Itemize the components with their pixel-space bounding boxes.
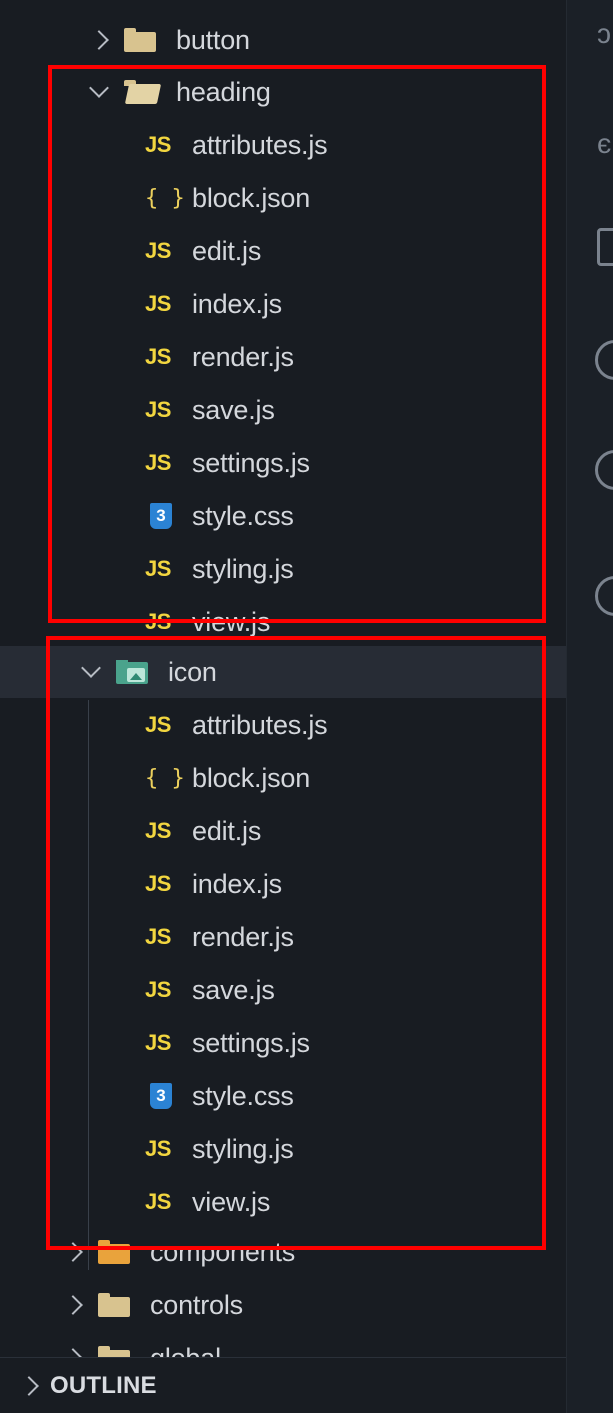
tree-file[interactable]: { } block.json bbox=[0, 172, 566, 224]
tree-file-label: block.json bbox=[192, 762, 311, 793]
image-folder-icon bbox=[116, 660, 148, 684]
tree-file-label: style.css bbox=[192, 1080, 294, 1111]
tree-file-label: edit.js bbox=[192, 235, 262, 266]
tree-folder-label: icon bbox=[168, 656, 217, 687]
partial-icon: є bbox=[597, 128, 612, 159]
tree-file[interactable]: JS styling.js bbox=[0, 1123, 566, 1175]
tree-folder-label: controls bbox=[150, 1289, 243, 1320]
folder-open-icon bbox=[124, 80, 156, 104]
tree-file[interactable]: JS attributes.js bbox=[0, 699, 566, 751]
tree-file[interactable]: JS settings.js bbox=[0, 437, 566, 489]
js-icon: JS bbox=[145, 397, 171, 422]
folder-icon bbox=[124, 28, 156, 52]
tree-folder-icon[interactable]: icon bbox=[0, 646, 566, 698]
tree-file[interactable]: JS render.js bbox=[0, 911, 566, 963]
circle-icon bbox=[595, 450, 613, 490]
tree-folder-button[interactable]: button bbox=[0, 14, 566, 66]
tree-file-label: view.js bbox=[192, 1186, 271, 1217]
tree-file-label: settings.js bbox=[192, 1027, 310, 1058]
chevron-down-icon bbox=[89, 78, 109, 98]
chevron-down-icon bbox=[81, 658, 101, 678]
js-icon: JS bbox=[145, 977, 171, 1002]
js-icon: JS bbox=[145, 132, 171, 157]
tree-file-label: edit.js bbox=[192, 815, 262, 846]
tree-file[interactable]: JS view.js bbox=[0, 596, 566, 648]
outline-label: OUTLINE bbox=[50, 1372, 157, 1399]
js-icon: JS bbox=[145, 291, 171, 316]
tree-file[interactable]: JS edit.js bbox=[0, 225, 566, 277]
tree-file-label: render.js bbox=[192, 921, 294, 952]
circle-icon bbox=[595, 340, 613, 380]
tree-file[interactable]: JS save.js bbox=[0, 964, 566, 1016]
tree-file-label: index.js bbox=[192, 868, 282, 899]
tree-file[interactable]: JS render.js bbox=[0, 331, 566, 383]
tree-folder-controls[interactable]: controls bbox=[0, 1279, 566, 1331]
js-icon: JS bbox=[145, 871, 171, 896]
chevron-right-icon bbox=[89, 30, 109, 50]
tree-file-label: index.js bbox=[192, 288, 282, 319]
js-icon: JS bbox=[145, 1030, 171, 1055]
tree-file-label: view.js bbox=[192, 606, 271, 637]
js-icon: JS bbox=[145, 1136, 171, 1161]
tree-folder-heading[interactable]: heading bbox=[0, 66, 566, 118]
js-icon: JS bbox=[145, 238, 171, 263]
js-icon: JS bbox=[145, 818, 171, 843]
folder-icon bbox=[98, 1293, 130, 1317]
json-icon: { } bbox=[145, 765, 185, 791]
tree-folder-label: heading bbox=[176, 76, 271, 107]
tree-file[interactable]: JS settings.js bbox=[0, 1017, 566, 1069]
tree-file[interactable]: JS edit.js bbox=[0, 805, 566, 857]
tree-folder-label: button bbox=[176, 24, 250, 55]
js-icon: JS bbox=[145, 1189, 171, 1214]
tree-file[interactable]: JS index.js bbox=[0, 278, 566, 330]
tree-file-label: block.json bbox=[192, 182, 311, 213]
tree-folder-components[interactable]: components bbox=[0, 1226, 566, 1278]
tree-file-label: render.js bbox=[192, 341, 294, 372]
tree-file-label: styling.js bbox=[192, 1133, 294, 1164]
js-icon: JS bbox=[145, 609, 171, 634]
tree-file-label: style.css bbox=[192, 500, 294, 531]
panel-icon bbox=[597, 228, 613, 266]
js-icon: JS bbox=[145, 344, 171, 369]
json-icon: { } bbox=[145, 185, 185, 211]
js-icon: JS bbox=[145, 712, 171, 737]
js-icon: JS bbox=[145, 924, 171, 949]
css-icon: 3 bbox=[150, 1083, 172, 1109]
chevron-right-icon bbox=[63, 1242, 83, 1262]
partial-icon: ɔ bbox=[597, 18, 611, 49]
tree-file[interactable]: JS save.js bbox=[0, 384, 566, 436]
tree-file-label: save.js bbox=[192, 974, 275, 1005]
css-icon: 3 bbox=[150, 503, 172, 529]
tree-file-label: styling.js bbox=[192, 553, 294, 584]
components-folder-icon bbox=[98, 1240, 130, 1264]
tree-file[interactable]: JS attributes.js bbox=[0, 119, 566, 171]
tree-folder-label: components bbox=[150, 1236, 296, 1267]
tree-file[interactable]: 3 style.css bbox=[0, 1070, 566, 1122]
chevron-right-icon bbox=[19, 1376, 39, 1396]
tree-file[interactable]: JS index.js bbox=[0, 858, 566, 910]
tree-file-label: settings.js bbox=[192, 447, 310, 478]
js-icon: JS bbox=[145, 556, 171, 581]
explorer-tree: button heading JS attributes.js { } block.j… bbox=[0, 0, 566, 1413]
circle-icon bbox=[595, 576, 613, 616]
chevron-right-icon bbox=[63, 1295, 83, 1315]
tree-file-label: save.js bbox=[192, 394, 275, 425]
js-icon: JS bbox=[145, 450, 171, 475]
tree-file-label: attributes.js bbox=[192, 129, 328, 160]
editor-gutter-strip: ɔ є bbox=[566, 0, 613, 1413]
tree-file-label: attributes.js bbox=[192, 709, 328, 740]
tree-file[interactable]: JS view.js bbox=[0, 1176, 566, 1228]
tree-file[interactable]: 3 style.css bbox=[0, 490, 566, 542]
tree-file[interactable]: JS styling.js bbox=[0, 543, 566, 595]
outline-section-header[interactable]: OUTLINE bbox=[0, 1357, 566, 1413]
tree-file[interactable]: { } block.json bbox=[0, 752, 566, 804]
